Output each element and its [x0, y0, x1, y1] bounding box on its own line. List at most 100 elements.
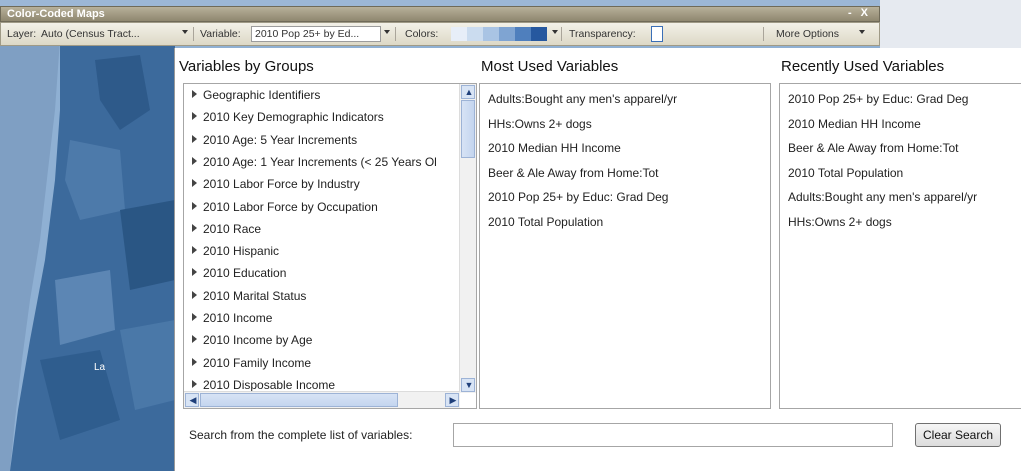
variable-select[interactable]: 2010 Pop 25+ by Ed...	[251, 26, 381, 42]
scroll-right-button[interactable]: ▶	[445, 393, 459, 407]
chevron-down-icon: ▼	[464, 380, 474, 390]
variable-list-item[interactable]: HHs:Owns 2+ dogs	[488, 117, 592, 131]
variable-list-item[interactable]: Beer & Ale Away from Home:Tot	[488, 166, 659, 180]
expand-arrow-icon[interactable]	[192, 268, 197, 277]
variable-list-item[interactable]: Beer & Ale Away from Home:Tot	[788, 141, 959, 155]
expand-arrow-icon[interactable]	[192, 156, 197, 165]
layer-select[interactable]: Auto (Census Tract...	[41, 28, 140, 40]
variable-list-item[interactable]: 2010 Pop 25+ by Educ: Grad Deg	[788, 92, 968, 106]
color-swatch	[451, 27, 467, 41]
colors-dropdown-icon[interactable]	[552, 30, 558, 34]
expand-arrow-icon[interactable]	[192, 112, 197, 121]
variable-list-item[interactable]: 2010 Total Population	[788, 166, 903, 180]
variable-list-item[interactable]: 2010 Total Population	[488, 215, 603, 229]
tree-group-item[interactable]: 2010 Marital Status	[192, 289, 306, 303]
tree-group-label: 2010 Hispanic	[203, 244, 280, 259]
expand-arrow-icon[interactable]	[192, 90, 197, 98]
color-swatch	[515, 27, 531, 41]
search-label: Search from the complete list of variabl…	[189, 428, 413, 442]
colors-label: Colors:	[405, 28, 439, 40]
variable-list-item[interactable]: Adults:Bought any men's apparel/yr	[488, 92, 677, 106]
tree-group-label: 2010 Race	[203, 221, 262, 236]
tree-group-label: 2010 Age: 5 Year Increments	[203, 132, 358, 147]
window-controls[interactable]: - X	[848, 7, 871, 19]
variable-search-input[interactable]	[453, 423, 893, 447]
variable-picker-panel: Variables by Groups Most Used Variables …	[174, 48, 1021, 471]
chevron-right-icon: ▶	[449, 395, 457, 405]
tree-group-label: Geographic Identifiers	[203, 88, 321, 102]
tree-group-item[interactable]: 2010 Age: 1 Year Increments (< 25 Years …	[192, 155, 437, 169]
groups-heading: Variables by Groups	[179, 58, 314, 75]
tree-group-item[interactable]: 2010 Income	[192, 311, 272, 325]
variable-list-item[interactable]: 2010 Median HH Income	[488, 141, 621, 155]
tree-group-label: 2010 Income	[203, 311, 273, 325]
color-swatch	[483, 27, 499, 41]
expand-arrow-icon[interactable]	[192, 379, 197, 388]
more-options-button[interactable]: More Options	[776, 28, 839, 40]
tree-group-label: 2010 Labor Force by Occupation	[203, 199, 378, 214]
clear-search-button[interactable]: Clear Search	[915, 423, 1001, 447]
most-used-list[interactable]: Adults:Bought any men's apparel/yr HHs:Ow…	[479, 83, 771, 409]
expand-arrow-icon[interactable]	[192, 335, 197, 344]
tree-group-item[interactable]: 2010 Age: 5 Year Increments	[192, 133, 357, 147]
expand-arrow-icon[interactable]	[192, 134, 197, 143]
tree-group-item[interactable]: 2010 Labor Force by Industry	[192, 177, 360, 191]
layer-label: Layer:	[7, 28, 37, 40]
tree-group-item[interactable]: 2010 Income by Age	[192, 333, 312, 347]
expand-arrow-icon[interactable]	[192, 223, 197, 232]
vertical-scrollbar[interactable]: ▲ ▼	[459, 84, 476, 393]
transparency-slider[interactable]	[651, 26, 663, 42]
toolbar-divider	[561, 27, 562, 41]
tree-group-item[interactable]: 2010 Labor Force by Occupation	[192, 200, 378, 214]
variable-list-item[interactable]: 2010 Pop 25+ by Educ: Grad Deg	[488, 190, 668, 204]
tree-group-item[interactable]: 2010 Disposable Income	[192, 378, 335, 392]
tree-group-item[interactable]: Geographic Identifiers	[192, 88, 320, 102]
tree-group-label: 2010 Labor Force by Industry	[203, 177, 360, 192]
tree-group-label: 2010 Age: 1 Year Increments (< 25 Years …	[203, 154, 437, 169]
expand-arrow-icon[interactable]	[192, 179, 197, 188]
color-swatch	[531, 27, 547, 41]
scroll-thumb[interactable]	[461, 100, 475, 158]
tree-group-label: 2010 Disposable Income	[203, 377, 336, 392]
variable-label: Variable:	[200, 28, 241, 40]
variable-list-item[interactable]: 2010 Median HH Income	[788, 117, 921, 131]
transparency-label: Transparency:	[569, 28, 636, 40]
groups-tree-list[interactable]: Geographic Identifiers 2010 Key Demograph…	[183, 83, 477, 409]
map-place-label: La	[94, 362, 106, 373]
expand-arrow-icon[interactable]	[192, 246, 197, 255]
chevron-up-icon: ▲	[464, 87, 474, 97]
recent-list[interactable]: 2010 Pop 25+ by Educ: Grad Deg 2010 Media…	[779, 83, 1021, 409]
variable-dropdown-icon[interactable]	[384, 30, 390, 34]
color-ramp-select[interactable]	[451, 27, 547, 41]
expand-arrow-icon[interactable]	[192, 290, 197, 299]
variable-list-item[interactable]: Adults:Bought any men's apparel/yr	[788, 190, 977, 204]
expand-arrow-icon[interactable]	[192, 357, 197, 366]
most-used-heading: Most Used Variables	[481, 58, 619, 75]
window-title: Color-Coded Maps	[7, 8, 105, 20]
variable-list-item[interactable]: HHs:Owns 2+ dogs	[788, 215, 892, 229]
tree-group-item[interactable]: 2010 Education	[192, 266, 286, 280]
scroll-thumb[interactable]	[200, 393, 398, 407]
tree-group-item[interactable]: 2010 Family Income	[192, 356, 311, 370]
color-swatch	[499, 27, 515, 41]
scroll-down-button[interactable]: ▼	[461, 378, 475, 392]
tree-group-label: 2010 Marital Status	[203, 288, 307, 303]
scroll-up-button[interactable]: ▲	[461, 85, 475, 99]
horizontal-scrollbar[interactable]: ◀ ▶	[184, 391, 460, 408]
scroll-left-button[interactable]: ◀	[185, 393, 199, 407]
expand-arrow-icon[interactable]	[192, 313, 197, 321]
color-swatch	[467, 27, 483, 41]
more-options-dropdown-icon[interactable]	[859, 30, 865, 34]
expand-arrow-icon[interactable]	[192, 201, 197, 210]
tree-group-item[interactable]: 2010 Key Demographic Indicators	[192, 110, 384, 124]
toolbar-divider	[395, 27, 396, 41]
tree-group-item[interactable]: 2010 Hispanic	[192, 244, 279, 258]
tree-group-label: 2010 Family Income	[203, 355, 312, 370]
tree-group-label: 2010 Income by Age	[203, 333, 313, 348]
tree-group-label: 2010 Key Demographic Indicators	[203, 110, 384, 125]
layer-dropdown-icon[interactable]	[182, 30, 188, 34]
toolbar-divider	[193, 27, 194, 41]
map-toolbar: Layer: Auto (Census Tract... Variable: 2…	[0, 22, 880, 46]
tree-group-item[interactable]: 2010 Race	[192, 222, 261, 236]
window-titlebar[interactable]: Color-Coded Maps - X	[0, 6, 880, 22]
